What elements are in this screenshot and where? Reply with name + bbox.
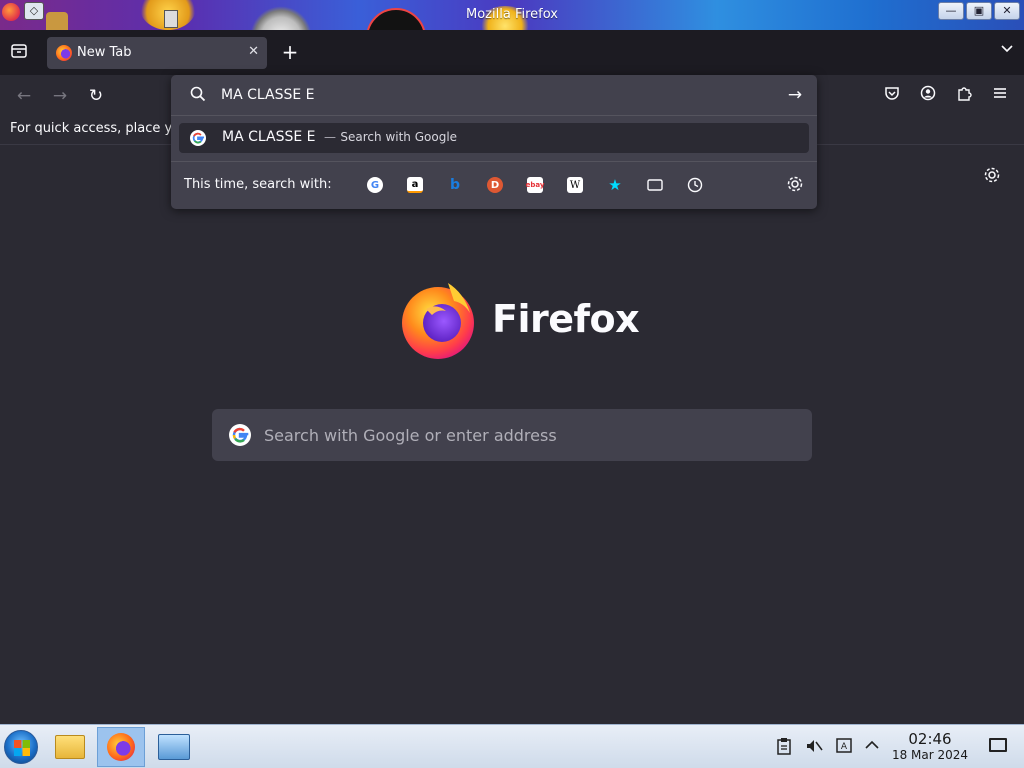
search-tabs-button[interactable]: [645, 175, 665, 195]
search-suggestion-row[interactable]: MA CLASSE E — Search with Google: [179, 123, 809, 153]
tab-label: New Tab: [77, 45, 132, 60]
search-history-button[interactable]: [685, 175, 705, 195]
personalize-settings-icon[interactable]: [983, 166, 1001, 189]
start-menu-button[interactable]: [4, 730, 38, 764]
amazon-icon: a: [407, 177, 423, 193]
clock-time: 02:46: [908, 730, 952, 748]
close-tab-icon[interactable]: ✕: [248, 44, 259, 59]
engine-bing-button[interactable]: b: [445, 175, 465, 195]
windows-logo-icon: [14, 748, 30, 756]
urlbar[interactable]: →: [171, 75, 817, 115]
google-icon: G: [367, 177, 383, 193]
tabs-icon: [647, 177, 663, 193]
maximize-button[interactable]: ▣: [966, 2, 992, 20]
close-window-button[interactable]: ✕: [994, 2, 1020, 20]
google-icon: [190, 130, 206, 146]
extensions-icon[interactable]: [953, 85, 975, 107]
engine-ebay-button[interactable]: ebay: [525, 175, 545, 195]
suggestion-query: MA CLASSE E: [222, 129, 316, 145]
urlbar-input[interactable]: [221, 84, 781, 106]
window-title: Mozilla Firefox: [466, 7, 558, 22]
tab-strip: New Tab ✕ +: [0, 30, 1024, 75]
svg-text:A: A: [841, 742, 848, 752]
control-panel-icon: [158, 734, 190, 760]
engine-wikipedia-button[interactable]: W: [565, 175, 585, 195]
volume-muted-icon[interactable]: [805, 737, 823, 759]
window-controls: — ▣ ✕: [938, 2, 1020, 20]
account-icon[interactable]: [917, 85, 939, 107]
new-tab-page: Firefox: [0, 146, 1024, 724]
go-arrow-icon[interactable]: →: [785, 85, 805, 105]
menu-icon[interactable]: [989, 85, 1011, 107]
divider: [171, 161, 817, 162]
ebay-icon: ebay: [526, 177, 544, 193]
forward-button[interactable]: →: [49, 85, 71, 107]
bookmarks-hint: For quick access, place y: [10, 121, 173, 136]
urlbar-dropdown: → MA CLASSE E — Search with Google This …: [171, 75, 817, 209]
list-all-tabs-icon[interactable]: [1000, 42, 1014, 60]
bookmarks-star-icon: ★: [608, 176, 622, 194]
taskbar-file-manager[interactable]: [46, 727, 94, 767]
engine-google-button[interactable]: G: [365, 175, 385, 195]
clipboard-icon[interactable]: [776, 737, 792, 759]
clock[interactable]: 02:46 18 Mar 2024: [880, 731, 980, 763]
duckduckgo-icon: D: [487, 177, 503, 193]
tray-expand-icon[interactable]: [864, 737, 880, 757]
keyboard-layout-icon[interactable]: A: [836, 737, 852, 759]
engine-duckduckgo-button[interactable]: D: [485, 175, 505, 195]
history-clock-icon: [687, 177, 703, 193]
suggestion-dash: —: [323, 130, 336, 144]
suggestion-text: MA CLASSE E — Search with Google: [222, 129, 457, 145]
divider: [171, 115, 817, 116]
one-off-label: This time, search with:: [184, 177, 332, 192]
newtab-search-input[interactable]: [264, 421, 784, 449]
newtab-search-box[interactable]: [212, 409, 812, 461]
google-icon: [229, 424, 251, 446]
back-button[interactable]: ←: [13, 85, 35, 107]
show-desktop-icon[interactable]: [989, 738, 1007, 752]
search-settings-icon[interactable]: [786, 175, 804, 197]
taskbar-firefox[interactable]: [97, 727, 145, 767]
firefox-view-icon[interactable]: [8, 42, 30, 64]
firefox-icon: [107, 733, 135, 761]
clock-date: 18 Mar 2024: [891, 748, 969, 762]
pocket-icon[interactable]: [881, 85, 903, 107]
firefox-wordmark: Firefox: [492, 297, 640, 341]
search-bookmarks-button[interactable]: ★: [605, 175, 625, 195]
search-icon: [190, 86, 206, 102]
new-tab-button[interactable]: +: [279, 41, 301, 63]
wikipedia-icon: W: [567, 177, 583, 193]
bing-icon: b: [449, 177, 461, 193]
tab-new-tab[interactable]: New Tab ✕: [47, 37, 267, 69]
firefox-icon: [56, 45, 72, 61]
firefox-logo-icon: [402, 283, 474, 359]
taskbar: A 02:46 18 Mar 2024: [0, 724, 1024, 768]
taskbar-control-panel[interactable]: [150, 727, 198, 767]
suggestion-action: Search with Google: [340, 130, 458, 144]
window-titlebar[interactable]: ◇ Mozilla Firefox — ▣ ✕: [0, 0, 1024, 30]
engine-amazon-button[interactable]: a: [405, 175, 425, 195]
folder-icon: [55, 735, 85, 759]
reload-button[interactable]: ↻: [85, 85, 107, 107]
minimize-button[interactable]: —: [938, 2, 964, 20]
